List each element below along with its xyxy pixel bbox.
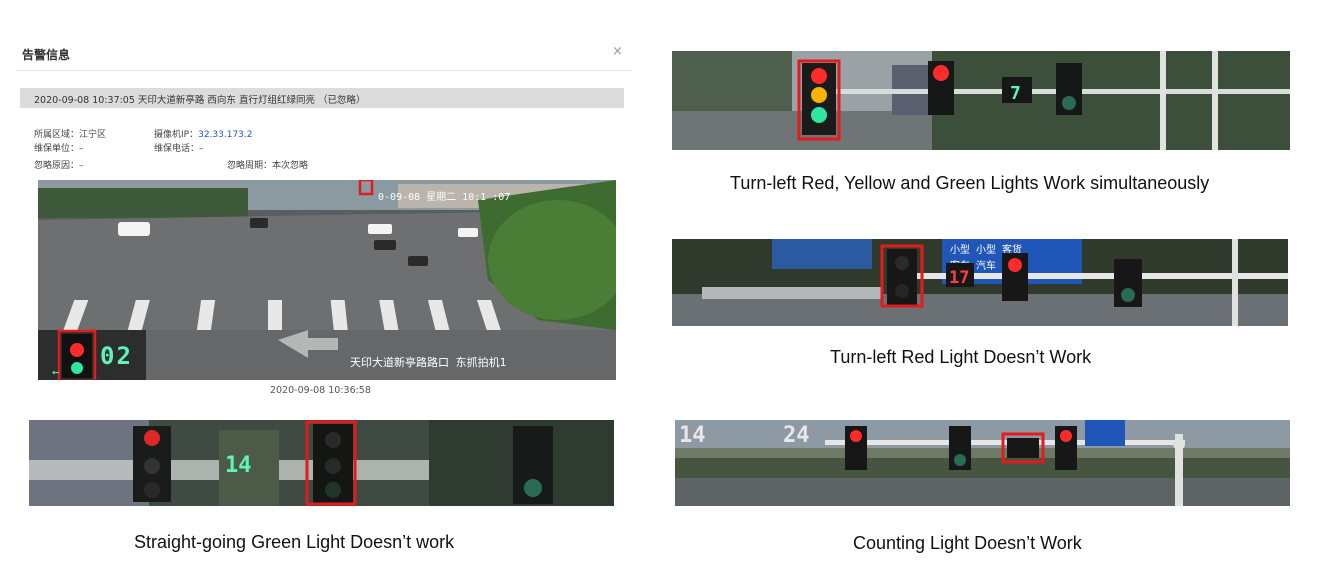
svg-text:←: ← <box>52 365 59 379</box>
svg-text:7: 7 <box>1010 83 1021 104</box>
title-divider <box>16 70 632 71</box>
alert-header-bar: 2020-09-08 10:37:05 天印大道新亭路 西向东 直行灯组红绿同亮… <box>20 88 624 108</box>
close-icon[interactable]: × <box>612 44 623 59</box>
scene-counting-light-drawing: 14 24 <box>675 420 1290 506</box>
straight-green-countdown: 14 <box>225 453 252 478</box>
ignore-period-label: 忽略周期： <box>227 161 273 171</box>
turn-left-red-countdown: 17 <box>949 268 969 288</box>
caption-counting-light: Counting Light Doesn’t Work <box>853 533 1082 553</box>
scene-turn-left-ryg-drawing: 7 <box>672 51 1290 150</box>
scene-turn-left-ryg[interactable]: 7 <box>672 51 1290 150</box>
caption-straight-green: Straight-going Green Light Doesn’t work <box>134 532 455 552</box>
alert-dialog: 告警信息 × 2020-09-08 10:37:05 天印大道新亭路 西向东 直… <box>16 38 632 400</box>
ignore-reason-label: 忽略原因： <box>34 161 80 171</box>
caption-turn-left-ryg: Turn-left Red, Yellow and Green Lights W… <box>730 173 1210 193</box>
snapshot-countdown: 02 <box>100 342 133 370</box>
camera-snapshot-drawing: ← 02 0-09-08 星期二 10:1 :07 天印大道新亭路路口 东抓拍机… <box>38 180 616 380</box>
scene-turn-left-red-drawing: 小型 小型 客货 客车 汽车 车辆 17 <box>672 239 1288 326</box>
snapshot-timestamp-overlay: 0-09-08 星期二 10:1 :07 <box>378 191 510 203</box>
camera-ip-value[interactable]: 32.33.173.2 <box>198 130 252 140</box>
snapshot-location-overlay: 天印大道新亭路路口 东抓拍机1 <box>350 355 506 369</box>
field-ignore-period: 忽略周期：本次忽略 <box>227 153 308 172</box>
caption-turn-left-red: Turn-left Red Light Doesn’t Work <box>830 347 1092 367</box>
ignore-reason-value: – <box>79 161 84 171</box>
ignore-period-value: 本次忽略 <box>272 161 309 171</box>
counting-countdown-left: 14 <box>679 423 706 448</box>
counting-countdown-right: 24 <box>783 423 810 448</box>
camera-snapshot[interactable]: ← 02 0-09-08 星期二 10:1 :07 天印大道新亭路路口 东抓拍机… <box>38 180 616 380</box>
field-maint-phone: 维保电话：– <box>154 136 204 155</box>
scene-straight-green[interactable]: 14 <box>29 420 614 506</box>
scene-turn-left-red[interactable]: 小型 小型 客货 客车 汽车 车辆 17 <box>672 239 1288 326</box>
field-ignore-reason: 忽略原因：– <box>34 153 84 172</box>
scene-counting-light[interactable]: 14 24 <box>675 420 1290 506</box>
alert-header-text: 2020-09-08 10:37:05 天印大道新亭路 西向东 直行灯组红绿同亮… <box>34 95 366 106</box>
maint-phone-value: – <box>199 144 204 154</box>
scene-straight-green-drawing: 14 <box>29 420 614 506</box>
snapshot-caption: 2020-09-08 10:36:58 <box>270 385 371 396</box>
maint-phone-label: 维保电话： <box>154 144 200 154</box>
dialog-title: 告警信息 <box>22 48 71 62</box>
